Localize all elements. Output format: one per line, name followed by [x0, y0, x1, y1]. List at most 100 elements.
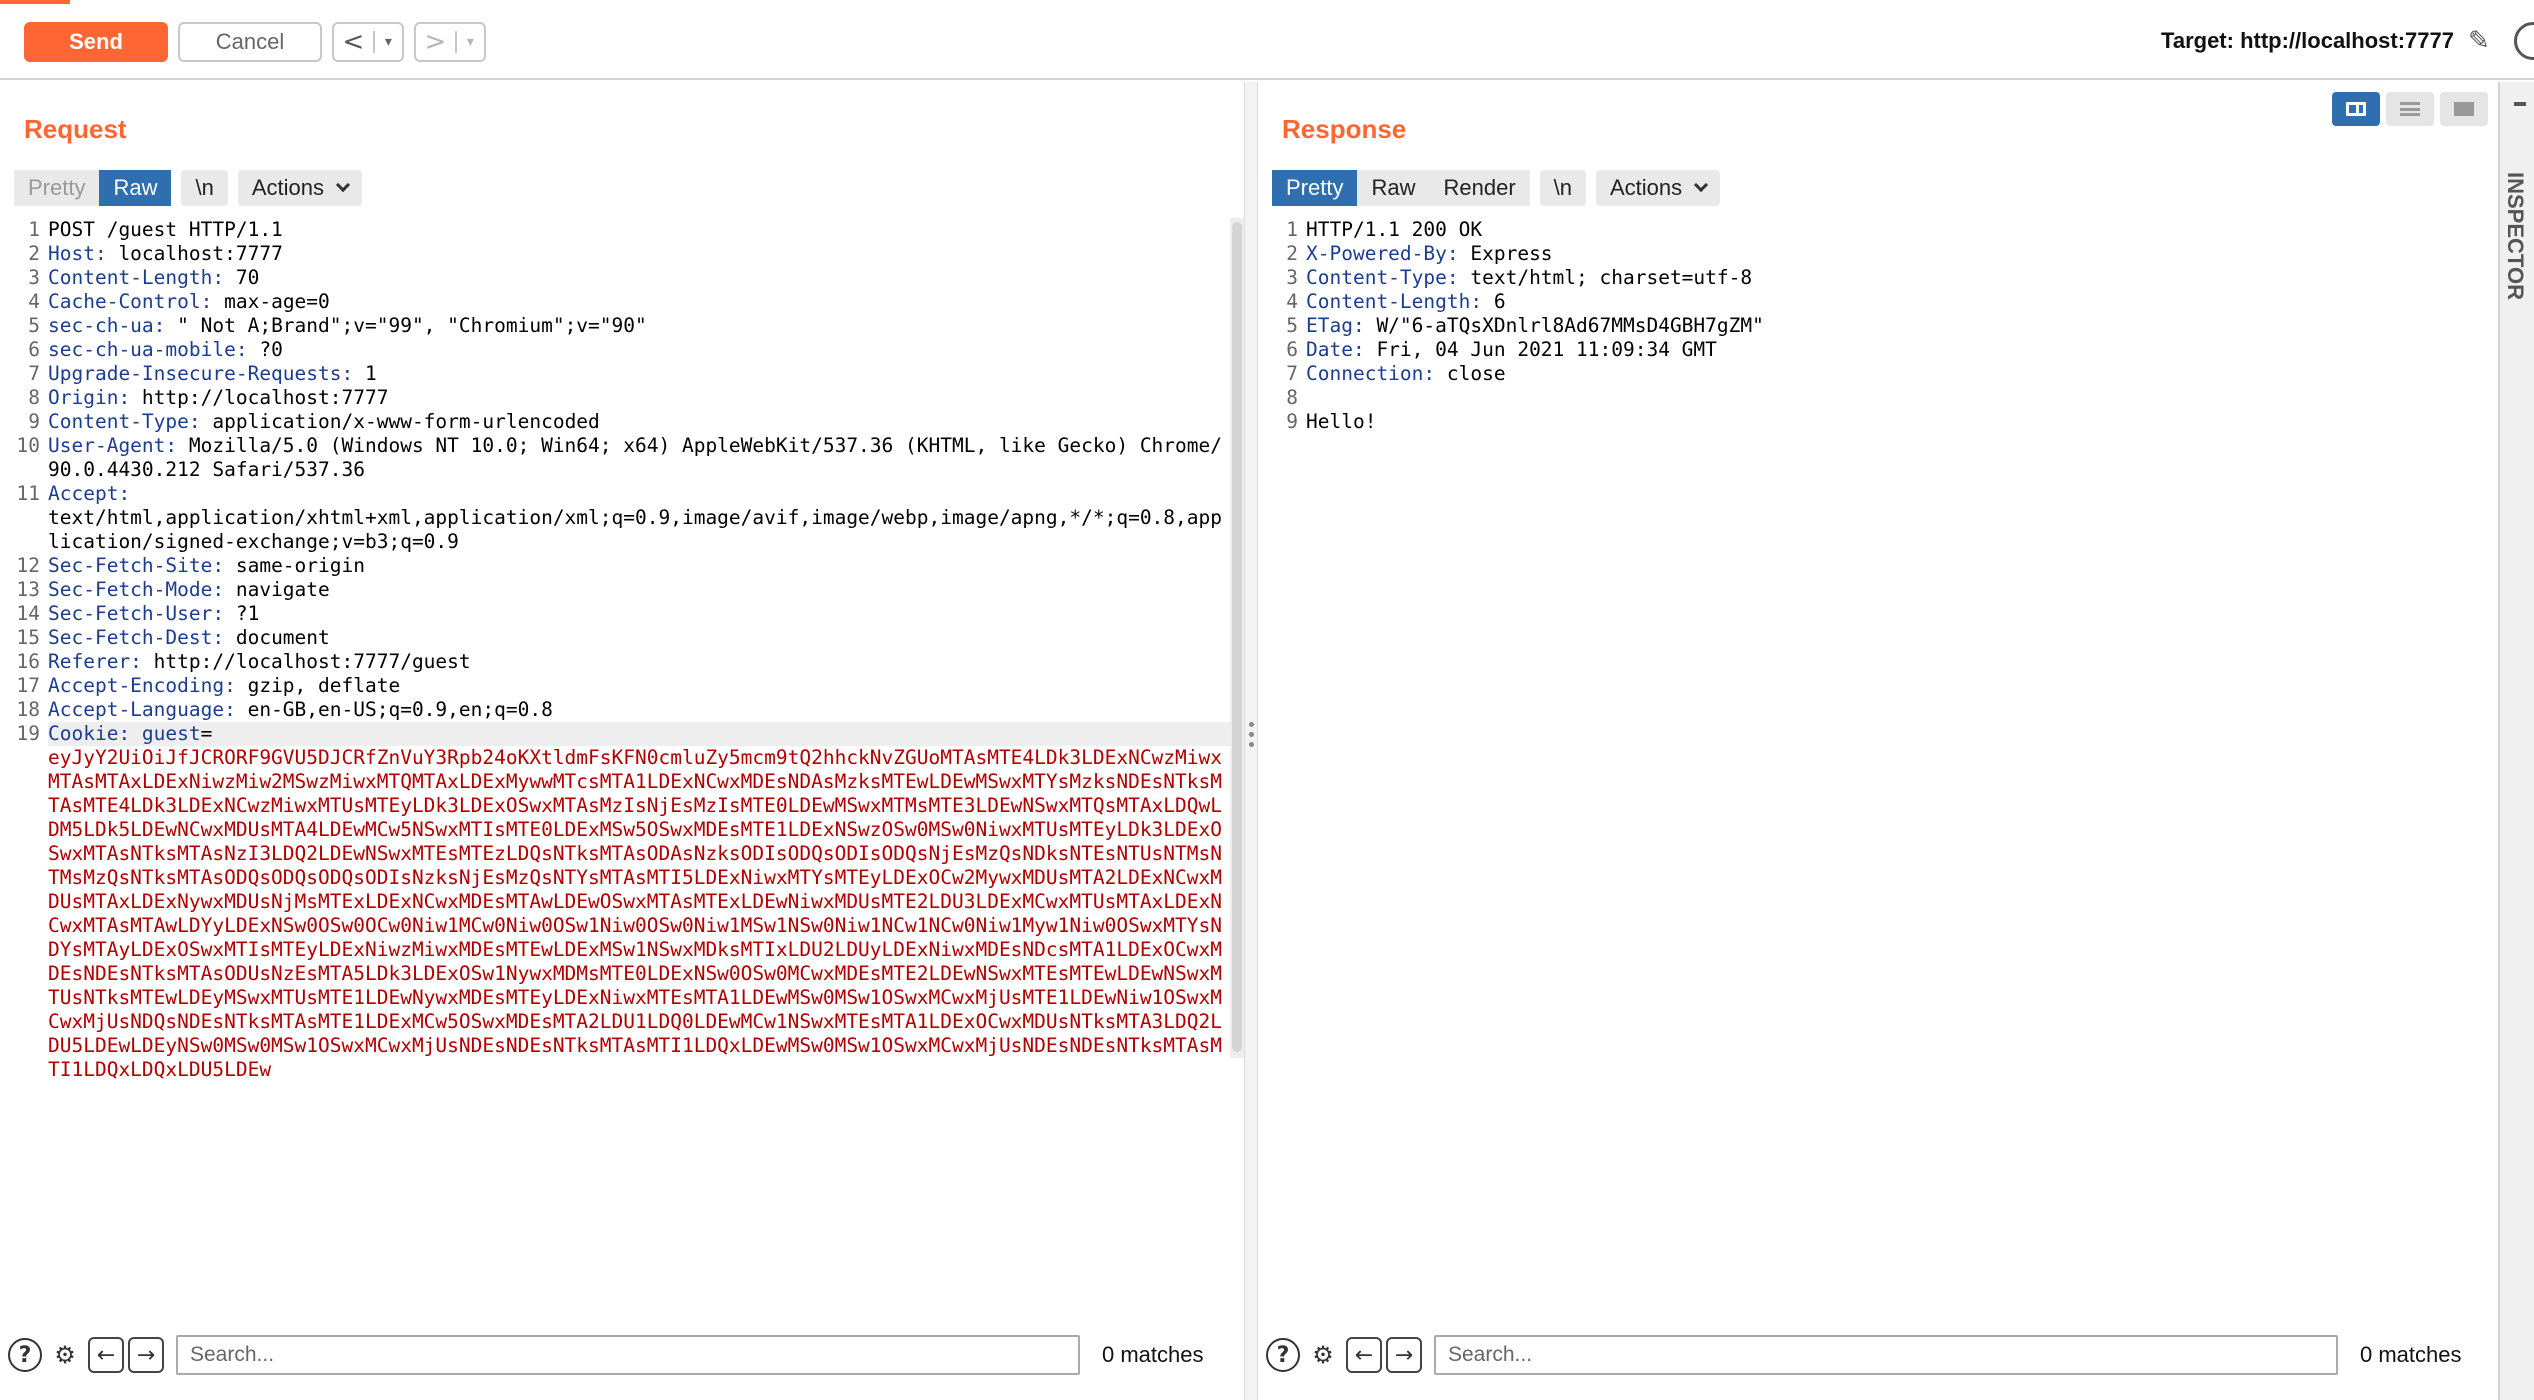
- gear-icon[interactable]: ⚙: [46, 1336, 84, 1374]
- code-line[interactable]: 9 Content-Type: application/x-www-form-ur…: [10, 410, 1232, 434]
- arrow-right-icon[interactable]: →: [128, 1337, 164, 1373]
- chevron-down-icon: [335, 177, 351, 193]
- request-scrollbar[interactable]: [1230, 218, 1244, 1058]
- history-back-button[interactable]: < ▾: [332, 22, 404, 62]
- response-tab-render[interactable]: Render: [1429, 170, 1530, 206]
- request-tab-newline[interactable]: \n: [181, 170, 228, 206]
- arrow-left-icon[interactable]: ←: [88, 1337, 124, 1373]
- header-value: Fri, 04 Jun 2021 11:09:34 GMT: [1364, 338, 1717, 361]
- code-line[interactable]: 16 Referer: http://localhost:7777/guest: [10, 650, 1232, 674]
- code-line[interactable]: 4 Cache-Control: max-age=0: [10, 290, 1232, 314]
- layout-stacked-button[interactable]: [2386, 92, 2434, 126]
- code-line[interactable]: 5 sec-ch-ua: " Not A;Brand";v="99", "Chro…: [10, 314, 1232, 338]
- layout-side-by-side-button[interactable]: [2332, 92, 2380, 126]
- history-forward-button[interactable]: > ▾: [414, 22, 486, 62]
- code-line[interactable]: 12 Sec-Fetch-Site: same-origin: [10, 554, 1232, 578]
- panel-divider[interactable]: [1244, 82, 1258, 1400]
- response-editor[interactable]: 1 HTTP/1.1 200 OK 2 X-Powered-By: Express 3 C…: [1268, 218, 2508, 1318]
- request-tab-pretty[interactable]: Pretty: [14, 170, 100, 206]
- code-line[interactable]: 8: [1268, 386, 2508, 410]
- code-line[interactable]: 2 Host: localhost:7777: [10, 242, 1232, 266]
- line-content: HTTP/1.1 200 OK: [1306, 218, 2508, 242]
- request-actions-menu[interactable]: Actions: [237, 170, 362, 206]
- line-content: Sec-Fetch-User: ?1: [48, 602, 1232, 626]
- response-actions-menu[interactable]: Actions: [1596, 170, 1721, 206]
- code-line[interactable]: 17 Accept-Encoding: gzip, deflate: [10, 674, 1232, 698]
- code-line[interactable]: 15 Sec-Fetch-Dest: document: [10, 626, 1232, 650]
- inspector-strip[interactable]: INSPECTOR: [2498, 82, 2534, 1400]
- arrow-right-icon[interactable]: →: [1386, 1337, 1422, 1373]
- header-name: Content-Length:: [48, 266, 225, 289]
- request-editor[interactable]: 1 POST /guest HTTP/1.1 2 Host: localhost:77…: [10, 218, 1232, 1318]
- response-search-input[interactable]: Search...: [1434, 1335, 2338, 1375]
- line-number: 3: [1286, 266, 1298, 289]
- code-line[interactable]: 6 sec-ch-ua-mobile: ?0: [10, 338, 1232, 362]
- gear-icon[interactable]: ⚙: [1304, 1336, 1342, 1374]
- code-line[interactable]: 4 Content-Length: 6: [1268, 290, 2508, 314]
- inspector-label: INSPECTOR: [2503, 172, 2528, 300]
- help-icon[interactable]: [2514, 22, 2534, 60]
- header-value: en-GB,en-US;q=0.9,en;q=0.8: [235, 698, 553, 721]
- code-line[interactable]: 13 Sec-Fetch-Mode: navigate: [10, 578, 1232, 602]
- code-line[interactable]: 3 Content-Type: text/html; charset=utf-8: [1268, 266, 2508, 290]
- cookie-value: eyJyY2UiOiJfJCRORF9GVU5DJCRfZnVuY3Rpb24o…: [48, 746, 1222, 1081]
- code-line[interactable]: 6 Date: Fri, 04 Jun 2021 11:09:34 GMT: [1268, 338, 2508, 362]
- code-line[interactable]: 7 Connection: close: [1268, 362, 2508, 386]
- response-tab-pretty[interactable]: Pretty: [1272, 170, 1358, 206]
- line-number: 5: [1286, 314, 1298, 337]
- request-actions-label: Actions: [251, 175, 324, 200]
- code-line[interactable]: 3 Content-Length: 70: [10, 266, 1232, 290]
- back-dropdown-icon[interactable]: ▾: [375, 34, 402, 50]
- forward-dropdown-icon[interactable]: ▾: [457, 34, 484, 50]
- code-line[interactable]: 9 Hello!: [1268, 410, 2508, 434]
- response-tab-newline[interactable]: \n: [1539, 170, 1586, 206]
- code-line[interactable]: 7 Upgrade-Insecure-Requests: 1: [10, 362, 1232, 386]
- collapse-icon[interactable]: [2514, 102, 2526, 106]
- header-name: Sec-Fetch-Mode:: [48, 578, 225, 601]
- line-number: 3: [28, 266, 40, 289]
- send-button[interactable]: Send: [24, 22, 168, 62]
- line-number: 19: [16, 722, 40, 745]
- code-line[interactable]: 8 Origin: http://localhost:7777: [10, 386, 1232, 410]
- code-line[interactable]: 1 POST /guest HTTP/1.1: [10, 218, 1232, 242]
- line-content: Accept: text/html,application/xhtml+xml,…: [48, 482, 1232, 554]
- line-number: 2: [1286, 242, 1298, 265]
- code-line[interactable]: 1 HTTP/1.1 200 OK: [1268, 218, 2508, 242]
- line-number: 15: [16, 626, 40, 649]
- line-number: 7: [1286, 362, 1298, 385]
- request-tab-raw[interactable]: Raw: [99, 170, 172, 206]
- code-line[interactable]: 10 User-Agent: Mozilla/5.0 (Windows NT 10…: [10, 434, 1232, 482]
- line-content: sec-ch-ua-mobile: ?0: [48, 338, 1232, 362]
- response-tab-raw[interactable]: Raw: [1357, 170, 1430, 206]
- help-icon[interactable]: ?: [1266, 1338, 1300, 1372]
- code-line[interactable]: 2 X-Powered-By: Express: [1268, 242, 2508, 266]
- header-value: same-origin: [224, 554, 365, 577]
- header-name: ETag:: [1306, 314, 1365, 337]
- arrow-left-icon[interactable]: ←: [1346, 1337, 1382, 1373]
- code-line-cookie[interactable]: 19 Cookie: guest= eyJyY2UiOiJfJCRORF9GVU5D…: [10, 722, 1232, 1082]
- top-toolbar: Send Cancel < ▾ > ▾ Target: http://local…: [0, 0, 2534, 80]
- line-number: 9: [1286, 410, 1298, 433]
- code-line[interactable]: 18 Accept-Language: en-GB,en-US;q=0.9,en;…: [10, 698, 1232, 722]
- cancel-button[interactable]: Cancel: [178, 22, 322, 62]
- response-match-count: 0 matches: [2360, 1342, 2462, 1367]
- header-value: application/x-www-form-urlencoded: [200, 410, 600, 433]
- layout-tabs-button[interactable]: [2440, 92, 2488, 126]
- header-name: Accept-Language:: [48, 698, 236, 721]
- code-line[interactable]: 14 Sec-Fetch-User: ?1: [10, 602, 1232, 626]
- header-name: sec-ch-ua-mobile:: [48, 338, 248, 361]
- help-icon[interactable]: ?: [8, 1338, 42, 1372]
- request-search-input[interactable]: Search...: [176, 1335, 1080, 1375]
- pencil-icon[interactable]: ✎: [2468, 26, 2498, 56]
- header-value: text/html; charset=utf-8: [1458, 266, 1753, 289]
- line-content: Hello!: [1306, 410, 2508, 434]
- header-name: Content-Length:: [1306, 290, 1483, 313]
- header-value: POST /guest HTTP/1.1: [48, 218, 283, 241]
- header-name: Sec-Fetch-User:: [48, 602, 225, 625]
- code-line[interactable]: 5 ETag: W/"6-aTQsXDnlrl8Ad67MMsD4GBH7gZM": [1268, 314, 2508, 338]
- header-value: localhost:7777: [106, 242, 283, 265]
- request-tabbar: Pretty Raw \n Actions: [14, 170, 362, 206]
- code-line[interactable]: 11 Accept: text/html,application/xhtml+xm…: [10, 482, 1232, 554]
- header-value: Express: [1458, 242, 1553, 265]
- scroll-thumb[interactable]: [1232, 222, 1242, 1052]
